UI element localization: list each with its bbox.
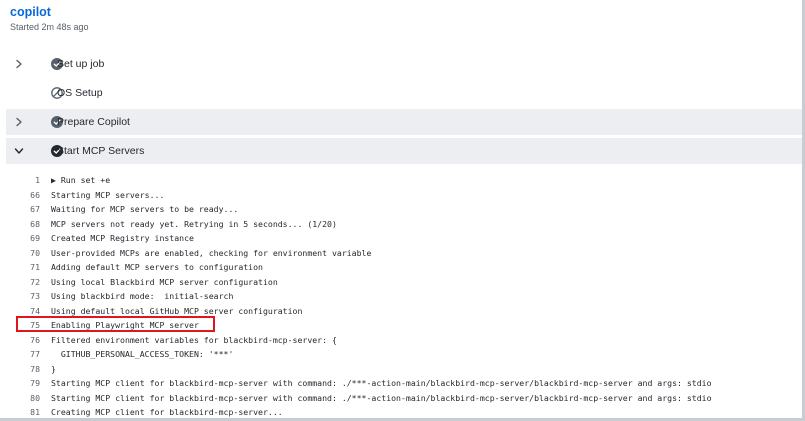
chevron-right-icon [16,59,22,69]
log-line: 70 User-provided MCPs are enabled, checki… [0,246,800,261]
line-number[interactable]: 79 [16,376,40,391]
step-label: Set up job [57,58,105,70]
log-line: 72 Using local Blackbird MCP server confi… [0,275,800,290]
line-text: Filtered environment variables for black… [51,334,337,345]
line-number[interactable]: 71 [16,260,40,275]
log-line: 71 Adding default MCP servers to configur… [0,260,800,275]
line-text: Starting MCP servers... [51,189,165,200]
line-number[interactable]: 68 [16,217,40,232]
chevron-down-icon [14,148,24,154]
log-line: 78} [0,362,800,377]
line-text: Created MCP Registry instance [51,233,194,243]
log-line[interactable]: 1 ▶ Run set +e [0,173,800,188]
step-prepare-copilot[interactable]: Prepare Copilot [6,109,802,135]
line-number[interactable]: 66 [16,188,40,203]
log-line: 76 Filtered environment variables for bla… [0,333,800,348]
line-text: Using local Blackbird MCP server configu… [51,276,278,287]
step-os-setup[interactable]: OS Setup [6,80,802,106]
step-start-mcp-servers[interactable]: Start MCP Servers [6,138,802,164]
line-text: Starting MCP client for blackbird-mcp-se… [51,392,712,403]
line-text: ▶ Run set +e [51,175,111,185]
step-set-up-job[interactable]: Set up job [6,51,802,77]
line-number[interactable]: 70 [16,246,40,261]
line-number[interactable]: 77 [16,347,40,362]
line-text: Starting MCP client for blackbird-mcp-se… [51,378,712,388]
job-header: copilot Started 2m 48s ago [10,4,89,33]
line-number[interactable]: 1 [16,173,40,188]
line-number[interactable]: 69 [16,231,40,246]
line-number[interactable]: 73 [16,289,40,304]
line-number[interactable]: 78 [16,362,40,377]
highlight-annotation-box [16,316,215,332]
line-text: MCP servers not ready yet. Retrying in 5… [51,218,337,229]
job-title-link[interactable]: copilot [10,4,89,20]
line-text: Adding default MCP servers to configurat… [51,262,263,272]
step-label: Prepare Copilot [57,116,130,128]
line-number[interactable]: 80 [16,391,40,406]
step-label: Start MCP Servers [57,145,145,157]
line-text: Using blackbird mode: initial-search [51,291,234,301]
log-line: 77 GITHUB_PERSONAL_ACCESS_TOKEN: '***' [0,347,800,362]
line-number[interactable]: 76 [16,333,40,348]
line-number[interactable]: 67 [16,202,40,217]
log-line: 67 Waiting for MCP servers to be ready... [0,202,800,217]
chevron-right-icon [16,117,22,127]
log-line: 79 Starting MCP client for blackbird-mcp-… [0,376,800,391]
step-label: OS Setup [57,87,103,99]
line-text: User-provided MCPs are enabled, checking… [51,247,372,258]
line-text: GITHUB_PERSONAL_ACCESS_TOKEN: '***' [51,349,234,359]
log-line: 80 Starting MCP client for blackbird-mcp-… [0,391,800,406]
line-text: } [51,363,56,374]
line-number[interactable]: 72 [16,275,40,290]
log-line: 68 MCP servers not ready yet. Retrying in… [0,217,800,232]
line-text: Waiting for MCP servers to be ready... [51,204,239,214]
log-line: 69 Created MCP Registry instance [0,231,800,246]
log-line: 66 Starting MCP servers... [0,188,800,203]
log-line: 73 Using blackbird mode: initial-search [0,289,800,304]
job-started-time: Started 2m 48s ago [10,22,89,32]
